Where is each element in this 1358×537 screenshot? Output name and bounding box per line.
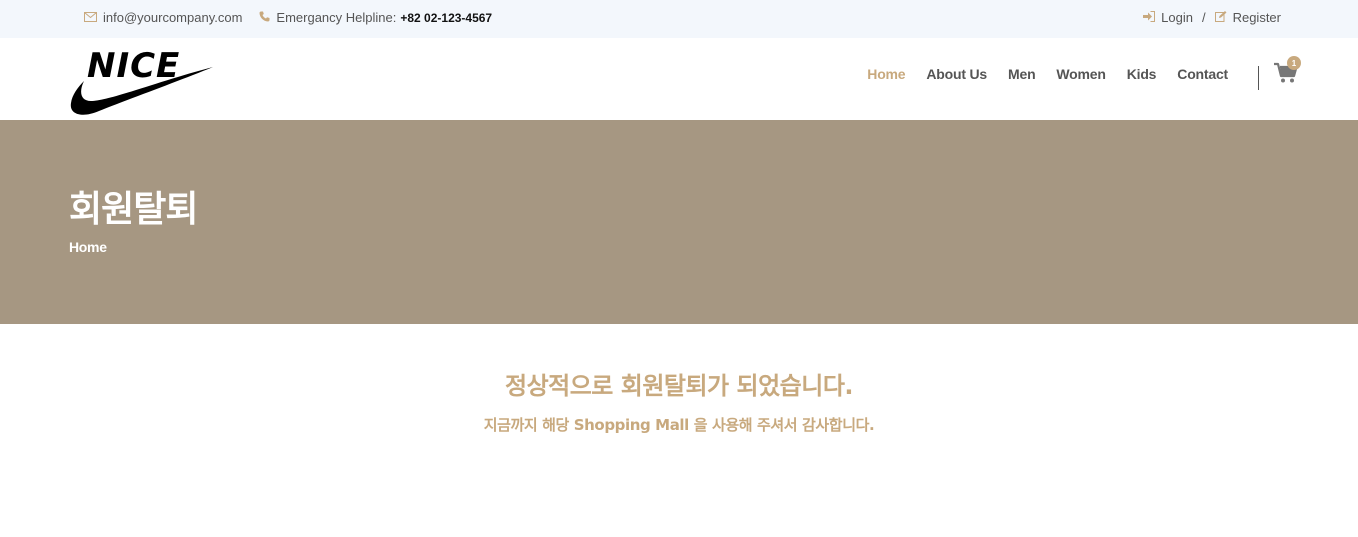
thank-you-message: 지금까지 해당 Shopping Mall 을 사용해 주셔서 감사합니다. [483, 416, 875, 434]
login-icon [1143, 10, 1156, 25]
breadcrumb-home[interactable]: Home [69, 239, 107, 255]
email-item[interactable]: info@yourcompany.com [84, 10, 242, 25]
svg-text:NICE: NICE [87, 46, 180, 86]
phone-icon [259, 11, 270, 25]
auth-separator: / [1201, 10, 1206, 25]
email-text[interactable]: info@yourcompany.com [103, 10, 242, 25]
top-bar: info@yourcompany.com Emergancy Helpline:… [0, 0, 1358, 38]
main-nav: Home About Us Men Women Kids Contact [846, 66, 1228, 82]
auth-links: Login / Register [1143, 10, 1281, 25]
page-title: 회원탈퇴 [69, 189, 198, 230]
nav-women[interactable]: Women [1056, 66, 1106, 82]
cart-count-badge: 1 [1287, 56, 1301, 70]
helpline-item: Emergancy Helpline: +82 02-123-4567 [259, 10, 492, 25]
login-link[interactable]: Login [1161, 10, 1193, 25]
register-link[interactable]: Register [1233, 10, 1281, 25]
nav-contact[interactable]: Contact [1177, 66, 1228, 82]
helpline-label: Emergancy Helpline: [276, 10, 397, 25]
nav-men[interactable]: Men [1008, 66, 1036, 82]
helpline-number[interactable]: +82 02-123-4567 [400, 11, 492, 25]
nav-about-us[interactable]: About Us [926, 66, 987, 82]
envelope-icon [84, 11, 97, 25]
site-header: NICE Home About Us Men Women Kids Contac… [0, 38, 1358, 120]
nav-divider [1258, 66, 1259, 90]
edit-icon [1214, 10, 1227, 25]
nav-home[interactable]: Home [867, 66, 905, 82]
withdrawal-success-message: 정상적으로 회원탈퇴가 되었습니다. [504, 372, 854, 400]
nav-kids[interactable]: Kids [1127, 66, 1157, 82]
contact-info: info@yourcompany.com Emergancy Helpline:… [84, 10, 509, 25]
brand-logo[interactable]: NICE [69, 43, 215, 117]
page-banner: 회원탈퇴 Home [0, 120, 1358, 324]
